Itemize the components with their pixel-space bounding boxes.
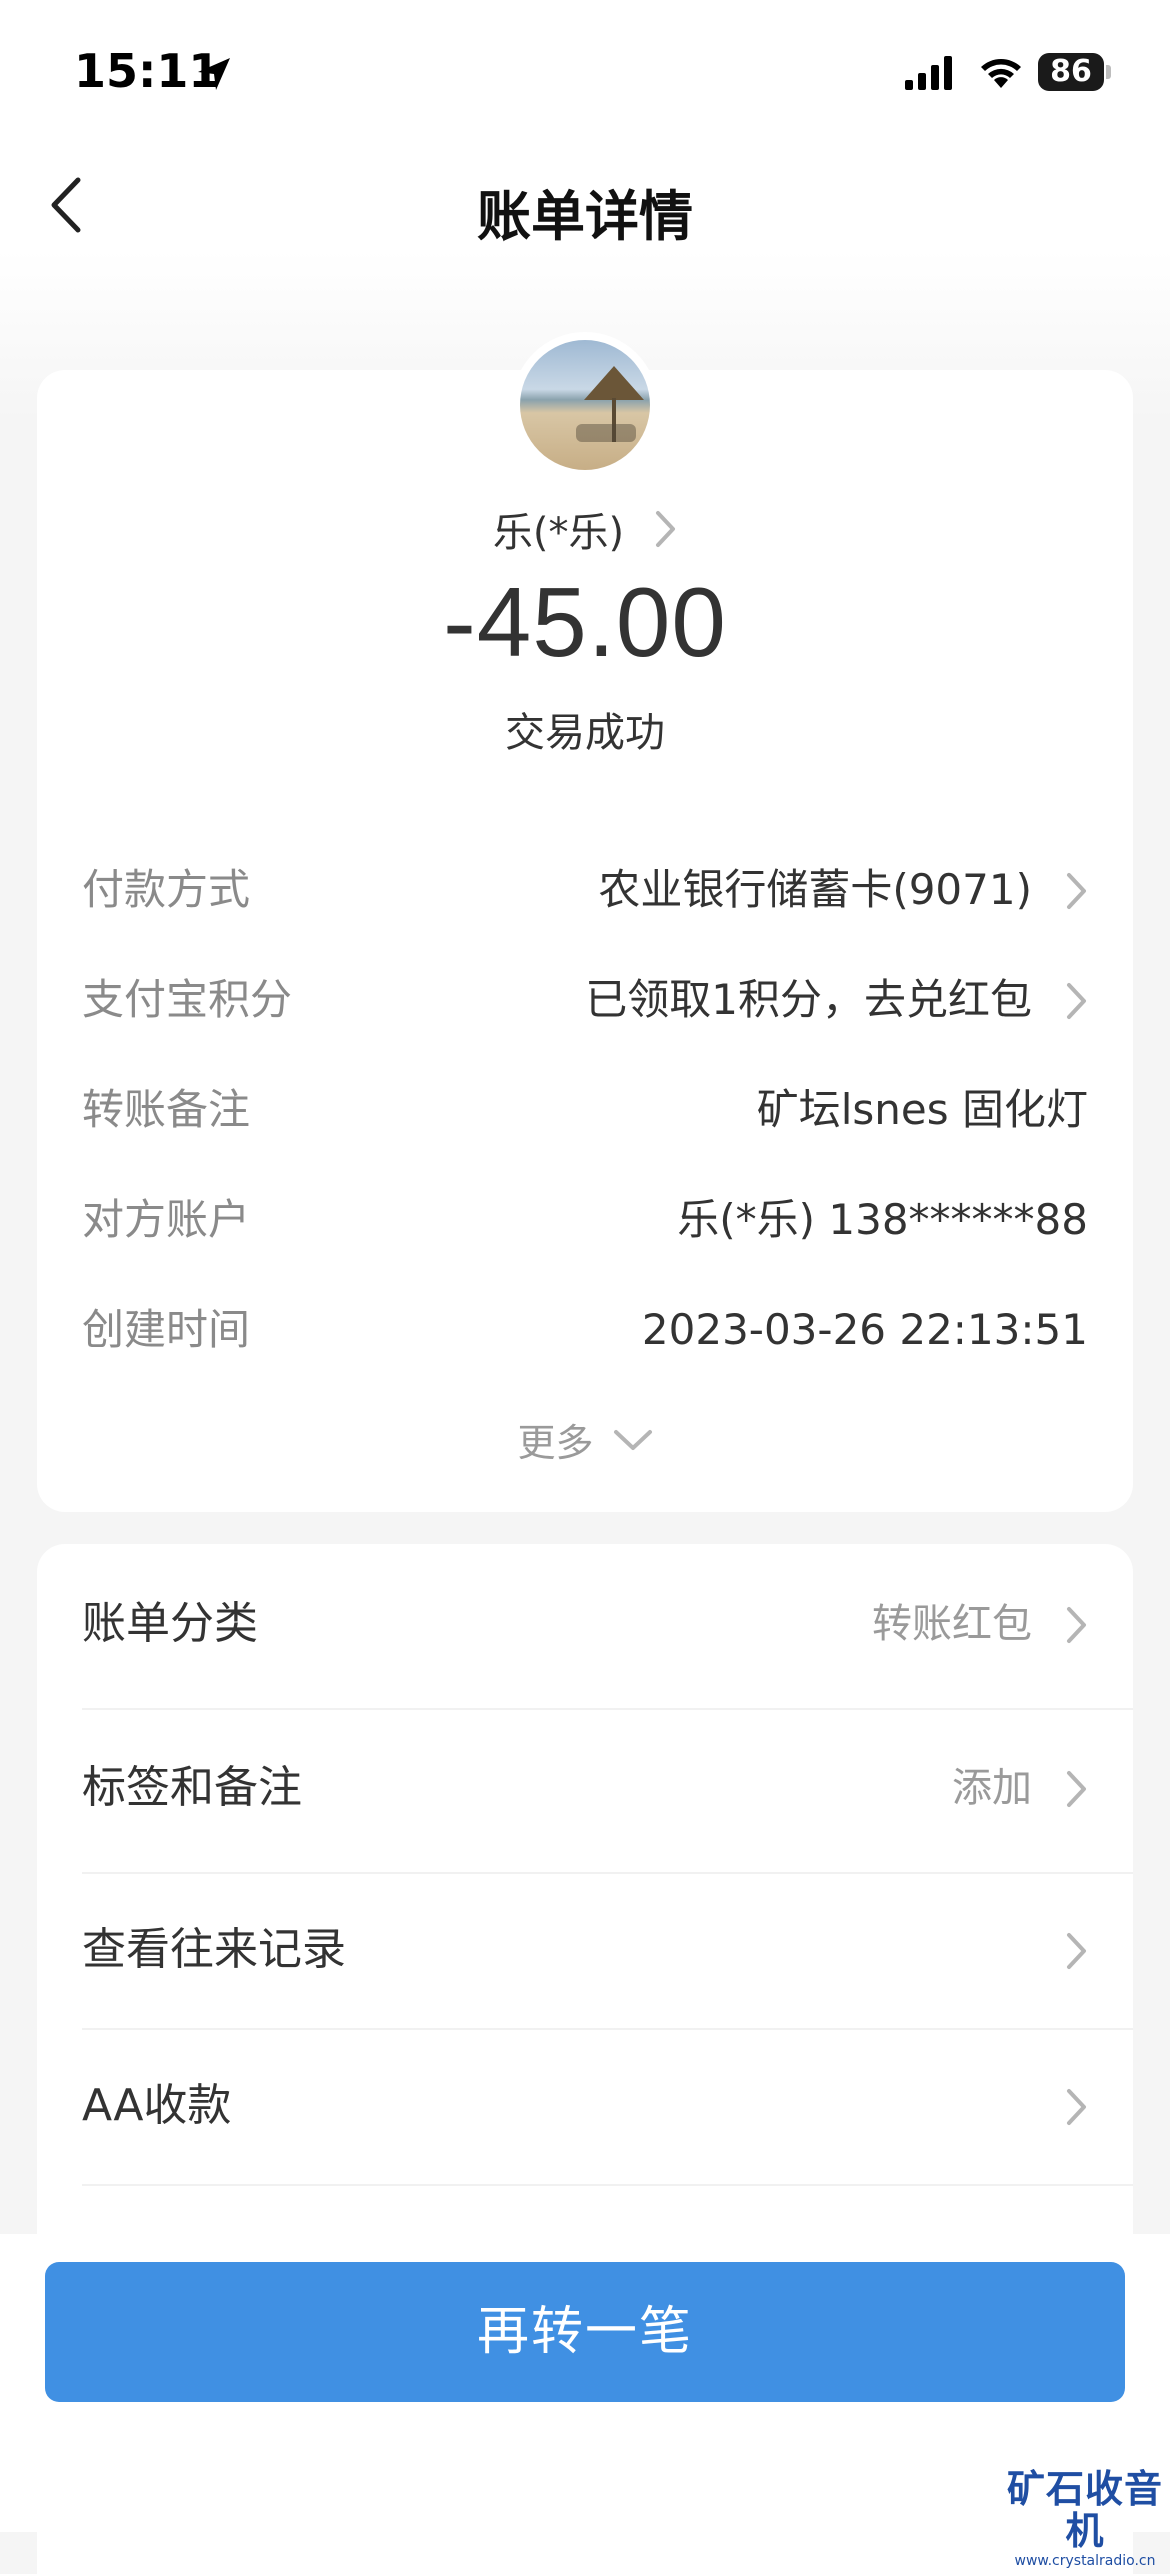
transaction-status: 交易成功 bbox=[505, 710, 665, 756]
chevron-right-icon bbox=[1067, 2089, 1086, 2125]
status-bar: 15:11 86 bbox=[0, 0, 1170, 140]
page-title: 账单详情 bbox=[477, 185, 693, 248]
location-arrow-icon bbox=[198, 58, 230, 90]
detail-label: 对方账户 bbox=[82, 1195, 251, 1244]
chevron-down-icon bbox=[613, 1429, 652, 1450]
menu-label: 查看往来记录 bbox=[82, 1924, 346, 1975]
menu-value: 添加 bbox=[952, 1765, 1032, 1811]
signal-icon bbox=[905, 56, 952, 90]
detail-value: 乐(*乐) 138******88 bbox=[677, 1195, 1088, 1244]
battery-icon: 86 bbox=[1038, 53, 1111, 91]
chevron-right-icon bbox=[1067, 1771, 1086, 1807]
divider bbox=[82, 1708, 1133, 1710]
detail-row-points[interactable]: 支付宝积分 已领取1积分，去兑红包 bbox=[82, 970, 1088, 1030]
menu-value: 转账红包 bbox=[872, 1601, 1032, 1647]
menu-aa-collect[interactable]: AA收款 bbox=[82, 2066, 1088, 2146]
chevron-right-icon bbox=[1067, 1933, 1086, 1969]
transaction-amount: -45.00 bbox=[443, 567, 727, 677]
payee-row[interactable]: 乐(*乐) bbox=[0, 500, 1170, 558]
detail-row-note: 转账备注 矿坛lsnes 固化灯 bbox=[82, 1080, 1088, 1140]
more-button[interactable]: 更多 bbox=[0, 1412, 1170, 1467]
menu-tags-notes[interactable]: 标签和备注 添加 bbox=[82, 1748, 1088, 1828]
chevron-right-icon bbox=[656, 511, 676, 547]
divider bbox=[82, 2184, 1133, 2186]
chevron-right-icon bbox=[1067, 983, 1086, 1019]
chevron-right-icon bbox=[1067, 1607, 1086, 1643]
transfer-again-button[interactable]: 再转一笔 bbox=[45, 2262, 1125, 2402]
menu-label: AA收款 bbox=[82, 2080, 232, 2131]
menu-label: 账单分类 bbox=[82, 1598, 258, 1649]
detail-row-created-time: 创建时间 2023-03-26 22:13:51 bbox=[82, 1300, 1088, 1360]
detail-value: 已领取1积分，去兑红包 bbox=[585, 975, 1032, 1024]
battery-level: 86 bbox=[1038, 53, 1104, 91]
watermark: 矿石收音机 www.crystalradio.cn bbox=[1000, 2468, 1170, 2570]
divider bbox=[82, 1872, 1133, 1874]
detail-row-payment-method[interactable]: 付款方式 农业银行储蓄卡(9071) bbox=[82, 860, 1088, 920]
chevron-right-icon bbox=[1067, 873, 1086, 909]
watermark-url: www.crystalradio.cn bbox=[1014, 2553, 1156, 2569]
detail-row-account: 对方账户 乐(*乐) 138******88 bbox=[82, 1190, 1088, 1250]
menu-bill-category[interactable]: 账单分类 转账红包 bbox=[82, 1584, 1088, 1664]
avatar[interactable] bbox=[512, 332, 658, 478]
menu-transaction-history[interactable]: 查看往来记录 bbox=[82, 1910, 1088, 1990]
detail-label: 转账备注 bbox=[82, 1085, 251, 1134]
detail-label: 创建时间 bbox=[82, 1305, 251, 1354]
wifi-icon bbox=[981, 59, 1021, 88]
watermark-title: 矿石收音机 bbox=[1006, 2467, 1163, 2553]
detail-value: 2023-03-26 22:13:51 bbox=[641, 1305, 1088, 1354]
detail-value: 矿坛lsnes 固化灯 bbox=[756, 1085, 1088, 1134]
detail-value: 农业银行储蓄卡(9071) bbox=[598, 865, 1032, 914]
avatar-image bbox=[520, 340, 650, 470]
detail-label: 付款方式 bbox=[82, 865, 251, 914]
menu-label: 标签和备注 bbox=[82, 1762, 302, 1813]
payee-name: 乐(*乐) bbox=[492, 510, 625, 556]
divider bbox=[82, 2028, 1133, 2030]
detail-label: 支付宝积分 bbox=[82, 975, 293, 1024]
more-label: 更多 bbox=[517, 1421, 594, 1465]
